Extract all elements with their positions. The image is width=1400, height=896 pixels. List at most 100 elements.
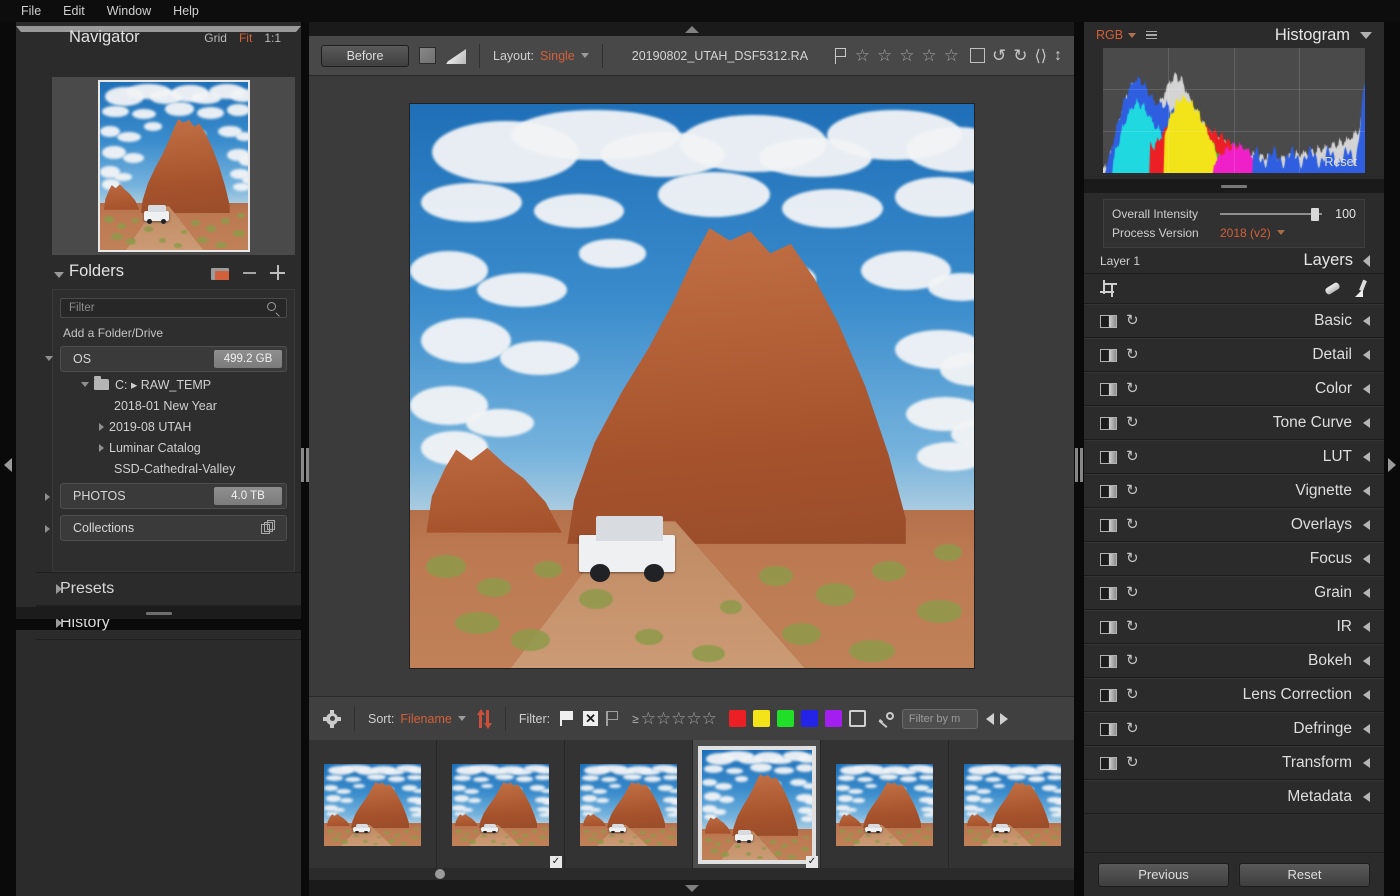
chevron-left-icon[interactable] bbox=[1363, 350, 1370, 360]
module-reset-icon[interactable]: ↻ bbox=[1126, 653, 1142, 669]
folder-filter-input[interactable]: Filter bbox=[60, 298, 287, 318]
collapse-filmstrip-button[interactable] bbox=[309, 880, 1074, 896]
module-toggle-icon[interactable] bbox=[1100, 620, 1117, 634]
filmstrip[interactable]: ✓ ✓ bbox=[309, 740, 1074, 870]
next-image-icon[interactable] bbox=[999, 712, 1008, 725]
tree-item-2019-08-utah[interactable]: 2019-08 UTAH bbox=[53, 416, 294, 437]
left-panel-bottom-grip[interactable] bbox=[16, 607, 301, 619]
slider-knob[interactable] bbox=[1311, 207, 1319, 221]
text-filter-input[interactable]: Filter by m bbox=[901, 708, 978, 729]
chevron-left-icon[interactable] bbox=[1363, 792, 1370, 802]
module-row-overlays[interactable]: ↻ Overlays bbox=[1084, 508, 1384, 542]
before-button[interactable]: Before bbox=[321, 44, 409, 67]
color-label-icon[interactable] bbox=[970, 48, 986, 63]
module-toggle-icon[interactable] bbox=[1100, 382, 1117, 396]
chevron-down-icon[interactable] bbox=[457, 716, 466, 721]
tree-item-ssd-cathedral-valley[interactable]: SSD-Cathedral-Valley bbox=[53, 458, 294, 479]
sidebar-section-presets[interactable]: Presets bbox=[36, 572, 301, 606]
filter-flag-rejected-icon[interactable]: ✕ bbox=[583, 711, 599, 726]
brush-icon[interactable] bbox=[1353, 279, 1370, 297]
chevron-down-icon[interactable] bbox=[45, 356, 53, 361]
module-reset-icon[interactable]: ↻ bbox=[1126, 755, 1142, 771]
menu-item-help[interactable]: Help bbox=[162, 4, 210, 18]
chevron-down-icon[interactable] bbox=[1128, 32, 1137, 38]
overall-intensity-slider[interactable] bbox=[1220, 207, 1322, 221]
chevron-left-icon[interactable] bbox=[1363, 486, 1370, 496]
color-swatch-purple[interactable] bbox=[824, 710, 842, 727]
drive-row-photos[interactable]: PHOTOS 4.0 TB bbox=[45, 483, 287, 509]
filmstrip-thumbnail[interactable] bbox=[949, 740, 1074, 870]
module-row-color[interactable]: ↻ Color bbox=[1084, 372, 1384, 406]
chevron-left-icon[interactable] bbox=[1363, 758, 1370, 768]
module-row-focus[interactable]: ↻ Focus bbox=[1084, 542, 1384, 576]
chevron-left-icon[interactable] bbox=[1363, 690, 1370, 700]
rating-star-4[interactable]: ☆ bbox=[922, 47, 937, 64]
color-swatch-blue[interactable] bbox=[800, 710, 818, 727]
chevron-left-icon[interactable] bbox=[1363, 554, 1370, 564]
image-canvas[interactable] bbox=[309, 76, 1074, 696]
module-row-grain[interactable]: ↻ Grain bbox=[1084, 576, 1384, 610]
histogram-reset-button[interactable]: Reset bbox=[1324, 155, 1357, 169]
menu-item-window[interactable]: Window bbox=[96, 4, 162, 18]
menu-item-file[interactable]: File bbox=[10, 4, 52, 18]
module-toggle-icon[interactable] bbox=[1100, 314, 1117, 328]
module-toggle-icon[interactable] bbox=[1100, 722, 1117, 736]
module-reset-icon[interactable]: ↻ bbox=[1126, 483, 1142, 499]
module-row-detail[interactable]: ↻ Detail bbox=[1084, 338, 1384, 372]
module-reset-icon[interactable]: ↻ bbox=[1126, 313, 1142, 329]
color-swatch-yellow[interactable] bbox=[752, 710, 770, 727]
tree-item-luminar-catalog[interactable]: Luminar Catalog bbox=[53, 437, 294, 458]
navigator-preview[interactable] bbox=[52, 77, 295, 255]
right-panel-resize-grip[interactable] bbox=[1074, 440, 1084, 490]
chevron-left-icon[interactable] bbox=[1363, 622, 1370, 632]
chevron-left-icon[interactable] bbox=[1363, 520, 1370, 530]
zoom-mode-grid[interactable]: Grid bbox=[204, 31, 227, 45]
flip-vertical-icon[interactable]: ↕ bbox=[1054, 47, 1062, 65]
zoom-mode-1to1[interactable]: 1:1 bbox=[264, 31, 281, 45]
chevron-left-icon[interactable] bbox=[1363, 384, 1370, 394]
rotate-right-icon[interactable]: ↻ bbox=[1013, 46, 1027, 66]
gear-icon[interactable] bbox=[323, 709, 341, 728]
module-reset-icon[interactable]: ↻ bbox=[1126, 551, 1142, 567]
filter-flag-picked-icon[interactable] bbox=[560, 711, 575, 726]
histogram-menu-icon[interactable] bbox=[1146, 30, 1158, 40]
collapse-left-panel-button[interactable] bbox=[0, 440, 16, 490]
module-row-transform[interactable]: ↻ Transform bbox=[1084, 746, 1384, 780]
module-toggle-icon[interactable] bbox=[1100, 518, 1117, 532]
layout-value[interactable]: Single bbox=[540, 49, 575, 63]
filmstrip-thumbnail[interactable] bbox=[309, 740, 437, 870]
module-row-tone-curve[interactable]: ↻ Tone Curve bbox=[1084, 406, 1384, 440]
flag-icon[interactable] bbox=[834, 47, 848, 64]
module-reset-icon[interactable]: ↻ bbox=[1126, 517, 1142, 533]
remove-folder-icon[interactable] bbox=[243, 271, 256, 274]
add-folder-icon[interactable] bbox=[270, 265, 285, 280]
module-row-lens-correction[interactable]: ↻ Lens Correction bbox=[1084, 678, 1384, 712]
zoom-mode-fit[interactable]: Fit bbox=[239, 31, 252, 45]
sort-direction-icon[interactable] bbox=[476, 708, 492, 729]
module-toggle-icon[interactable] bbox=[1100, 552, 1117, 566]
chevron-down-icon[interactable] bbox=[81, 382, 89, 387]
rating-star-1[interactable]: ☆ bbox=[855, 47, 870, 64]
module-toggle-icon[interactable] bbox=[1100, 756, 1117, 770]
chevron-down-icon[interactable] bbox=[1360, 31, 1372, 39]
sort-value[interactable]: Filename bbox=[400, 712, 451, 726]
module-row-lut[interactable]: ↻ LUT bbox=[1084, 440, 1384, 474]
tree-item-raw-temp[interactable]: C: ▸ RAW_TEMP bbox=[53, 374, 294, 395]
compare-split-icon[interactable] bbox=[419, 47, 436, 64]
color-swatch-none[interactable] bbox=[848, 710, 866, 727]
filter-star-4[interactable]: ☆ bbox=[686, 710, 701, 727]
module-reset-icon[interactable]: ↻ bbox=[1126, 687, 1142, 703]
filmstrip-thumbnail[interactable] bbox=[821, 740, 949, 870]
previous-button[interactable]: Previous bbox=[1098, 862, 1229, 887]
tree-item-2018-01-new-year[interactable]: 2018-01 New Year bbox=[53, 395, 294, 416]
rating-operator[interactable]: ≥ bbox=[632, 712, 639, 726]
chevron-down-icon[interactable] bbox=[580, 53, 589, 58]
module-row-bokeh[interactable]: ↻ Bokeh bbox=[1084, 644, 1384, 678]
color-swatch-red[interactable] bbox=[728, 710, 746, 727]
filmstrip-thumbnail[interactable]: ✓ bbox=[437, 740, 565, 870]
collapse-right-panel-button[interactable] bbox=[1384, 440, 1400, 490]
folders-header[interactable]: Folders bbox=[16, 259, 301, 289]
filter-star-2[interactable]: ☆ bbox=[656, 710, 671, 727]
eraser-icon[interactable] bbox=[1324, 281, 1341, 297]
color-swatch-green[interactable] bbox=[776, 710, 794, 727]
